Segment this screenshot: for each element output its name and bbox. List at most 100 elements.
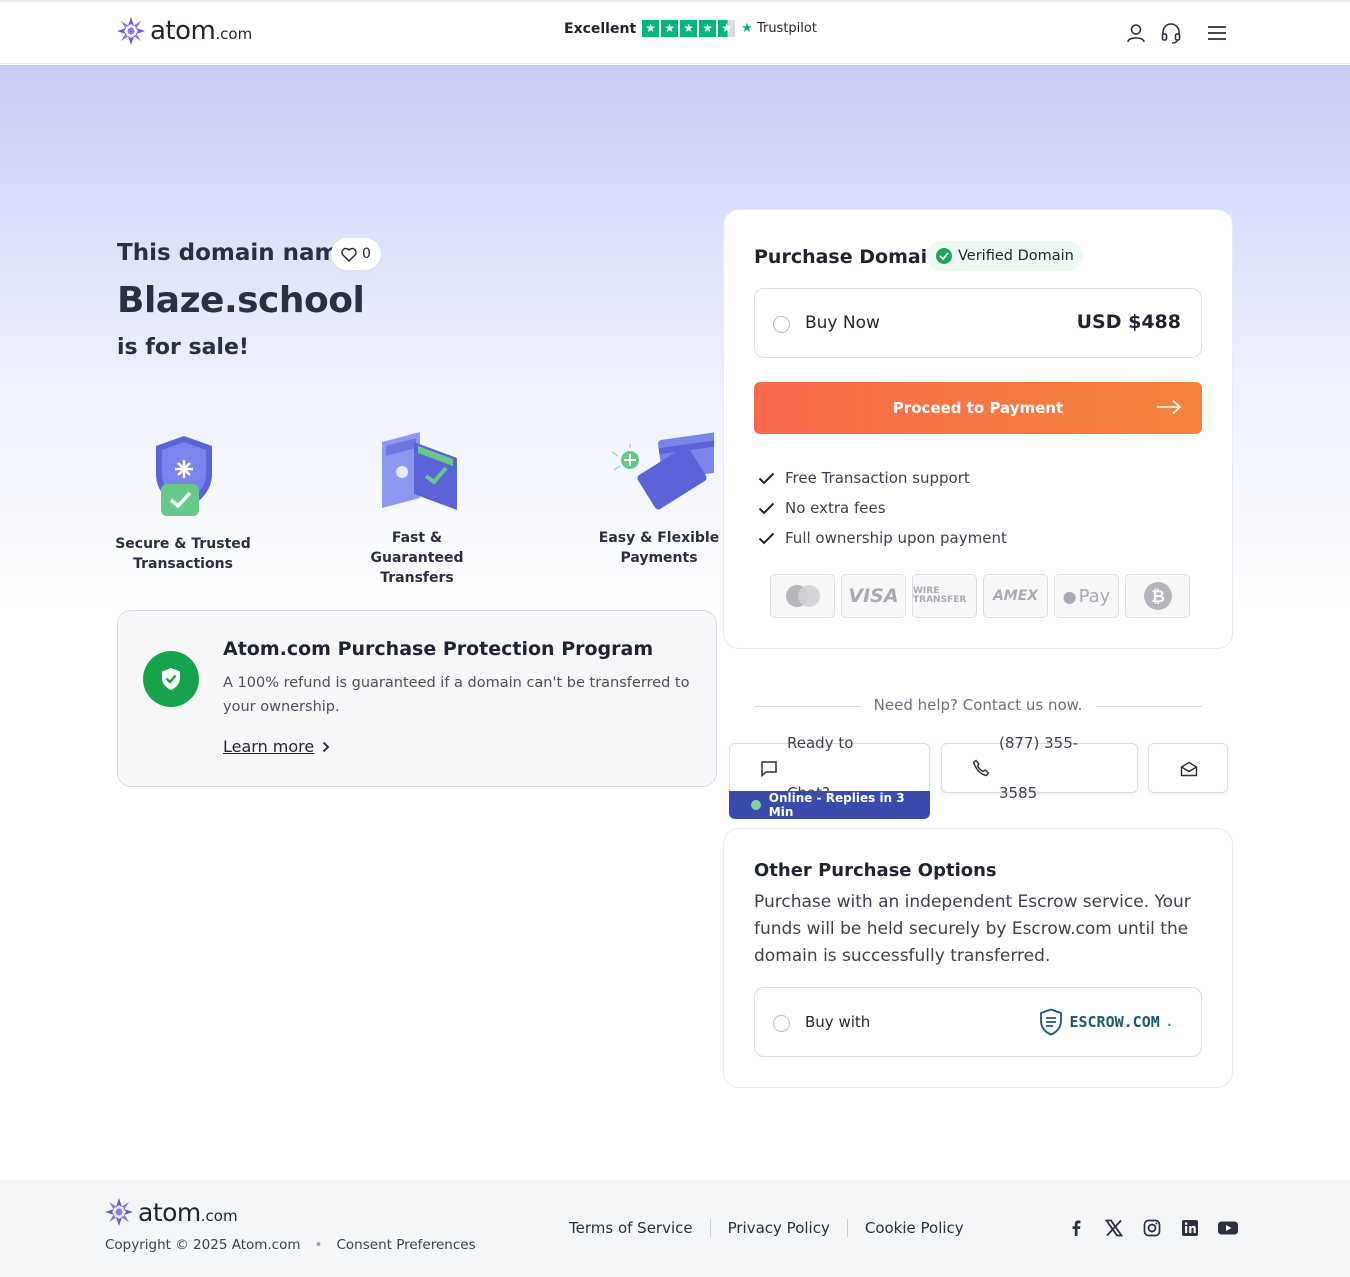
verified-label: Verified Domain: [958, 248, 1074, 264]
buy-now-label: Buy Now: [805, 313, 880, 333]
buy-now-radio[interactable]: [773, 316, 790, 333]
privacy-link[interactable]: Privacy Policy: [728, 1219, 830, 1237]
feature-payments: Easy & Flexible Payments: [594, 430, 724, 568]
amex-icon: AMEX: [983, 574, 1048, 618]
consent-preferences-link[interactable]: Consent Preferences: [337, 1237, 476, 1253]
site-header: atom.com Excellent ★ ★ ★ ★ ★ ★ Trustpilo…: [0, 0, 1350, 64]
star-icon: ★: [661, 20, 679, 37]
benefits-list: Free Transaction support No extra fees F…: [758, 463, 1007, 553]
benefit-item: No extra fees: [758, 493, 1007, 523]
learn-more-link[interactable]: Learn more: [223, 737, 330, 756]
footer-links: Terms of Service Privacy Policy Cookie P…: [569, 1219, 964, 1237]
headset-icon[interactable]: [1160, 22, 1182, 44]
proceed-to-payment-button[interactable]: Proceed to Payment: [754, 382, 1202, 434]
footer-logo-word: atom: [138, 1197, 201, 1227]
help-text: Need help? Contact us now.: [873, 696, 1083, 714]
logo-tld: .com: [215, 25, 253, 43]
youtube-icon[interactable]: [1217, 1218, 1239, 1238]
linkedin-icon[interactable]: [1180, 1218, 1200, 1238]
x-icon[interactable]: [1104, 1218, 1124, 1238]
verified-check-icon: [936, 248, 952, 264]
heart-icon: [341, 247, 357, 262]
check-icon: [758, 532, 775, 544]
footer-atom-logo[interactable]: atom.com: [104, 1197, 238, 1227]
protection-title: Atom.com Purchase Protection Program: [223, 638, 654, 660]
copyright-row: Copyright © 2025 Atom.com • Consent Pref…: [105, 1237, 476, 1253]
feature-transfers-line2: Transfers: [380, 570, 454, 586]
buy-now-option[interactable]: Buy Now USD $488: [754, 288, 1202, 358]
copyright-text: Copyright © 2025 Atom.com: [105, 1237, 301, 1253]
site-footer: atom.com Copyright © 2025 Atom.com • Con…: [0, 1180, 1350, 1277]
logo-word: atom: [150, 16, 216, 46]
mail-icon: [1180, 761, 1198, 777]
help-divider: Need help? Contact us now.: [754, 694, 1202, 718]
learn-more-label: Learn more: [223, 737, 315, 756]
trustpilot-rating[interactable]: Excellent ★ ★ ★ ★ ★ ★ Trustpilot: [564, 20, 817, 37]
star-icon: ★: [680, 20, 698, 37]
svg-text:₿: ₿: [1151, 587, 1165, 607]
benefit-text: Free Transaction support: [785, 469, 970, 487]
chat-status-bar: Online - Replies in 3 Min: [729, 791, 930, 819]
transfer-illustration-icon: [382, 432, 457, 510]
protection-description: A 100% refund is guaranteed if a domain …: [223, 675, 690, 715]
favorite-count: 0: [362, 246, 371, 262]
escrow-logo: ESCROW.COM .: [1039, 1008, 1173, 1036]
proceed-label: Proceed to Payment: [892, 399, 1064, 417]
protection-program-box: Atom.com Purchase Protection Program A 1…: [117, 610, 717, 787]
facebook-icon[interactable]: [1066, 1218, 1086, 1238]
escrow-shield-icon: [1040, 1008, 1063, 1036]
purchase-title: Purchase Domain: [754, 246, 941, 268]
domain-name: Blaze.school: [117, 280, 365, 321]
favorite-button[interactable]: 0: [331, 238, 381, 270]
payment-cards-illustration-icon: [611, 432, 714, 510]
chat-button[interactable]: Ready to Chat?: [729, 734, 930, 802]
footer-logo-tld: .com: [200, 1206, 238, 1225]
online-dot-icon: [751, 800, 761, 810]
purchase-card: Purchase Domain Verified Domain Buy Now …: [723, 209, 1233, 649]
wire-transfer-icon: WIRE TRANSFER: [912, 574, 977, 618]
other-options-card: Other Purchase Options Purchase with an …: [723, 828, 1233, 1088]
escrow-option[interactable]: Buy with ESCROW.COM .: [754, 987, 1202, 1057]
arrow-right-icon: [1157, 399, 1182, 415]
instagram-icon[interactable]: [1142, 1218, 1162, 1238]
bitcoin-icon: ₿: [1125, 574, 1190, 618]
benefit-text: No extra fees: [785, 499, 886, 517]
menu-icon[interactable]: [1206, 22, 1228, 44]
atom-logo-icon: [105, 1198, 133, 1226]
payment-methods: VISA WIRE TRANSFER AMEX ● Pay ₿: [770, 574, 1190, 618]
other-options-title: Other Purchase Options: [754, 860, 997, 881]
price: USD $488: [1076, 311, 1181, 333]
chat-bubble-icon: [761, 761, 777, 777]
apple-pay-icon: ● Pay: [1054, 574, 1119, 618]
feature-transfers: Fast & Guaranteed Transfers: [349, 428, 485, 588]
atom-logo[interactable]: atom.com: [116, 16, 252, 46]
mastercard-icon: [770, 574, 835, 618]
trust-label: Excellent: [564, 20, 637, 37]
feature-payments-line1: Easy & Flexible: [598, 530, 720, 546]
cookie-link[interactable]: Cookie Policy: [865, 1219, 964, 1237]
escrow-radio[interactable]: [773, 1015, 790, 1032]
phone-button[interactable]: (877) 355-3585: [941, 734, 1138, 802]
star-icon: ★: [699, 20, 717, 37]
trustpilot-star-icon: ★: [741, 21, 753, 36]
benefit-item: Free Transaction support: [758, 463, 1007, 493]
verified-badge: Verified Domain: [927, 241, 1083, 271]
other-options-description: Purchase with an independent Escrow serv…: [754, 892, 1191, 966]
check-icon: [758, 472, 775, 484]
phone-number: (877) 355-3585: [999, 734, 1079, 802]
protection-shield-icon: [143, 651, 199, 707]
trust-brand: Trustpilot: [756, 21, 817, 36]
escrow-option-label: Buy with: [805, 1013, 871, 1031]
for-sale-text: is for sale!: [117, 335, 249, 360]
user-icon[interactable]: [1125, 22, 1147, 44]
feature-secure: Secure & Trusted Transactions: [115, 430, 251, 574]
escrow-brand: ESCROW.COM: [1069, 1013, 1160, 1031]
benefit-item: Full ownership upon payment: [758, 523, 1007, 553]
phone-icon: [972, 759, 990, 777]
chat-status: Online - Replies in 3 Min: [768, 791, 905, 819]
check-icon: [758, 502, 775, 514]
chevron-right-icon: [323, 741, 330, 752]
email-button[interactable]: [1148, 743, 1228, 793]
feature-secure-line1: Secure & Trusted: [115, 536, 251, 552]
terms-link[interactable]: Terms of Service: [569, 1219, 693, 1237]
